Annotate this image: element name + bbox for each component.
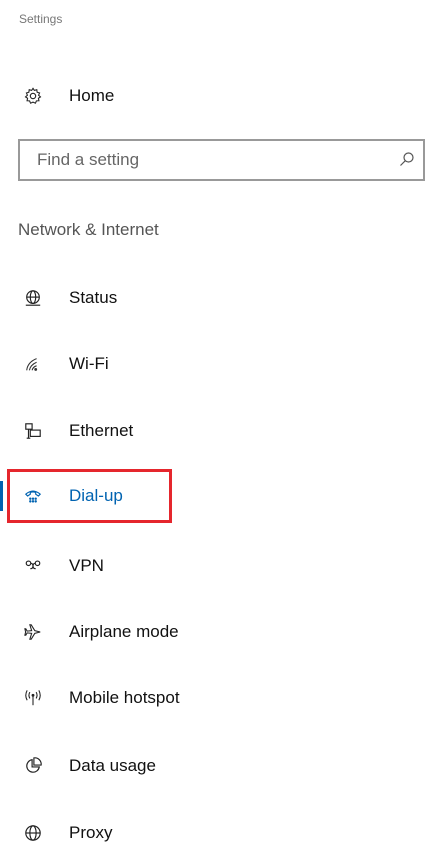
nav-item-proxy[interactable]: Proxy [0,813,431,853]
nav-item-dialup[interactable]: Dial-up [0,476,431,516]
home-label: Home [69,86,115,105]
vpn-icon [24,557,42,575]
app-title: Settings [19,12,63,26]
nav-item-label: Status [69,288,118,307]
pie-chart-icon [24,757,42,775]
wifi-icon [24,355,42,373]
nav-item-wifi[interactable]: Wi-Fi [0,344,431,384]
nav-item-mobile-hotspot[interactable]: Mobile hotspot [0,678,431,718]
dialup-phone-icon [24,487,42,505]
home-button[interactable]: Home [0,76,431,116]
nav-item-label: VPN [69,556,104,575]
nav-item-status[interactable]: Status [0,278,431,318]
ethernet-icon [24,422,42,440]
nav-item-label: Dial-up [69,486,123,505]
nav-item-label: Airplane mode [69,622,179,641]
globe-icon [24,824,42,842]
search-icon[interactable] [399,151,415,167]
globe-status-icon [24,289,42,307]
settings-window: Settings Home Network & Internet [0,0,431,854]
hotspot-icon [24,689,42,707]
search-input[interactable] [20,141,390,179]
nav-item-data-usage[interactable]: Data usage [0,746,431,786]
airplane-icon [24,623,42,641]
nav-item-label: Ethernet [69,421,134,440]
nav-item-airplane-mode[interactable]: Airplane mode [0,612,431,652]
search-box[interactable] [18,139,425,181]
section-heading: Network & Internet [18,220,159,239]
nav-item-label: Proxy [69,823,113,842]
nav-item-label: Data usage [69,756,156,775]
nav-item-label: Wi-Fi [69,354,109,373]
nav-item-label: Mobile hotspot [69,688,180,707]
gear-icon [24,87,42,105]
nav-item-ethernet[interactable]: Ethernet [0,411,431,451]
nav-item-vpn[interactable]: VPN [0,546,431,586]
